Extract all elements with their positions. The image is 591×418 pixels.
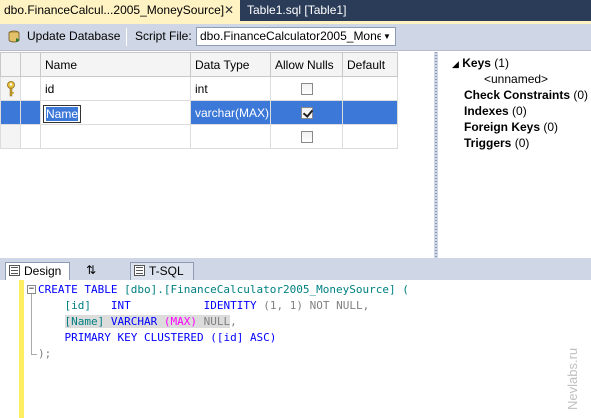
header-allow-nulls[interactable]: Allow Nulls — [270, 52, 343, 77]
sql-type-int: INT — [110, 299, 131, 312]
design-icon — [9, 265, 20, 276]
tsql-editor[interactable]: − CREATE TABLE [dbo].[FinanceCalculator2… — [0, 280, 591, 418]
keys-label: Keys — [462, 56, 491, 70]
column-name-cell[interactable] — [40, 124, 191, 149]
table-properties-pane: ◢ Keys (1) <unnamed> Check Constraints (… — [438, 52, 591, 258]
data-type-cell[interactable]: int — [190, 76, 271, 101]
default-cell[interactable] — [342, 100, 398, 125]
script-file-dropdown[interactable]: dbo.FinanceCalculator2005_Mone ▼ — [196, 27, 396, 46]
table-header-row: Name Data Type Allow Nulls Default — [0, 52, 398, 77]
tab-table-designer-label: dbo.FinanceCalcul...2005_MoneySource] — [4, 3, 225, 17]
watermark: Nevlabs.ru — [565, 347, 580, 410]
allow-nulls-cell[interactable] — [270, 124, 343, 149]
column-name-cell[interactable]: Name — [40, 100, 191, 125]
allow-nulls-cell[interactable] — [270, 76, 343, 101]
row-spacer — [20, 124, 41, 149]
chevron-down-icon[interactable]: ▼ — [381, 28, 393, 45]
sql-column-id: [id] — [64, 299, 92, 312]
sql-type-varchar: VARCHAR — [104, 315, 164, 328]
table-row[interactable]: Name varchar(MAX) — [0, 100, 398, 125]
header-name[interactable]: Name — [40, 52, 191, 77]
document-tab-bar: dbo.FinanceCalcul...2005_MoneySource] ✕ … — [0, 0, 591, 21]
script-file-label: Script File: — [135, 29, 192, 43]
column-name-editor[interactable]: Name — [43, 104, 82, 123]
key-unnamed[interactable]: <unnamed> — [484, 72, 548, 86]
check-constraints-node[interactable]: Check Constraints (0) — [464, 88, 588, 102]
sql-keyword: CREATE TABLE — [38, 283, 125, 296]
toolbar-separator — [126, 28, 127, 46]
data-type-cell[interactable]: varchar(MAX) — [190, 100, 271, 125]
tab-tsql-label: T-SQL — [149, 264, 184, 278]
indexes-node[interactable]: Indexes (0) — [464, 104, 527, 118]
tab-table1-sql-label: Table1.sql [Table1] — [247, 3, 347, 17]
row-spacer — [20, 100, 41, 125]
default-cell[interactable] — [342, 124, 398, 149]
fold-guide-line — [31, 294, 32, 354]
keys-node[interactable]: ◢ Keys (1) — [452, 56, 509, 70]
foreign-keys-count: (0) — [543, 120, 559, 134]
script-file-value: dbo.FinanceCalculator2005_Mone — [200, 29, 384, 43]
close-icon[interactable]: ✕ — [224, 0, 234, 21]
sql-identity: IDENTITY — [203, 299, 264, 312]
allow-nulls-checkbox[interactable] — [300, 83, 313, 96]
corner-header — [0, 52, 21, 77]
expand-triangle-icon[interactable]: ◢ — [452, 59, 459, 69]
allow-nulls-checkbox[interactable] — [300, 131, 313, 144]
data-type-cell[interactable] — [190, 124, 271, 149]
foreign-keys-node[interactable]: Foreign Keys (0) — [464, 120, 558, 134]
header-default[interactable]: Default — [342, 52, 398, 77]
columns-table: Name Data Type Allow Nulls Default id in… — [0, 52, 398, 149]
sql-not-null: NOT NULL, — [302, 299, 370, 312]
sql-null: NULL — [196, 315, 231, 328]
triggers-label: Triggers — [464, 136, 512, 150]
change-margin-indicator — [19, 280, 24, 418]
tab-table1-sql[interactable]: Table1.sql [Table1] — [247, 0, 346, 21]
row-selector[interactable] — [0, 124, 21, 149]
column-name-cell[interactable]: id — [40, 76, 191, 101]
allow-nulls-checkbox[interactable] — [300, 107, 313, 120]
default-cell[interactable] — [342, 76, 398, 101]
tab-tsql[interactable]: T-SQL — [130, 262, 194, 280]
table-row[interactable] — [0, 124, 398, 149]
triggers-count: (0) — [514, 136, 530, 150]
swap-icon: ⇅ — [86, 263, 97, 277]
sql-code[interactable]: CREATE TABLE [dbo].[FinanceCalculator200… — [38, 282, 409, 362]
check-constraints-count: (0) — [573, 88, 589, 102]
indexes-count: (0) — [512, 104, 527, 118]
tsql-icon — [134, 265, 145, 276]
column-name-text: Name — [46, 106, 79, 121]
sql-pk-args: ([id] ASC) — [210, 331, 277, 344]
swap-panes-button[interactable]: ⇅ — [83, 262, 113, 280]
sql-table-name: [dbo].[FinanceCalculator2005_MoneySource… — [124, 283, 409, 296]
designer-toolbar: Update Database Script File: dbo.Finance… — [0, 24, 591, 51]
row-spacer — [20, 76, 41, 101]
allow-nulls-cell[interactable] — [270, 100, 343, 125]
row-selector[interactable] — [0, 100, 21, 125]
sql-primary-key: PRIMARY KEY CLUSTERED — [64, 331, 211, 344]
foreign-keys-label: Foreign Keys — [464, 120, 541, 134]
header-data-type[interactable]: Data Type — [190, 52, 271, 77]
indicator-header — [20, 52, 41, 77]
tab-design-label: Design — [24, 264, 62, 278]
sql-identity-args: (1, 1) — [263, 299, 303, 312]
check-constraints-label: Check Constraints — [464, 88, 571, 102]
update-database-button[interactable]: Update Database — [27, 29, 120, 43]
sql-column-name: [Name] — [64, 315, 105, 328]
indexes-label: Indexes — [464, 104, 509, 118]
sql-comma: , — [230, 315, 237, 328]
sql-close: ); — [38, 347, 52, 360]
keys-count: (1) — [494, 56, 509, 70]
tab-table-designer[interactable]: dbo.FinanceCalcul...2005_MoneySource] ✕ — [0, 0, 240, 21]
columns-grid: Name Data Type Allow Nulls Default id in… — [0, 52, 434, 258]
triggers-node[interactable]: Triggers (0) — [464, 136, 529, 150]
collapse-icon[interactable]: − — [27, 285, 36, 294]
tab-design[interactable]: Design — [5, 262, 70, 280]
fold-guide-end — [31, 354, 37, 355]
table-row[interactable]: id int — [0, 76, 398, 101]
sql-max: (MAX) — [163, 315, 197, 328]
view-tab-bar: Design ⇅ T-SQL — [0, 262, 591, 280]
row-selector[interactable] — [0, 76, 21, 101]
update-database-icon[interactable] — [7, 30, 21, 44]
primary-key-icon — [7, 81, 15, 97]
